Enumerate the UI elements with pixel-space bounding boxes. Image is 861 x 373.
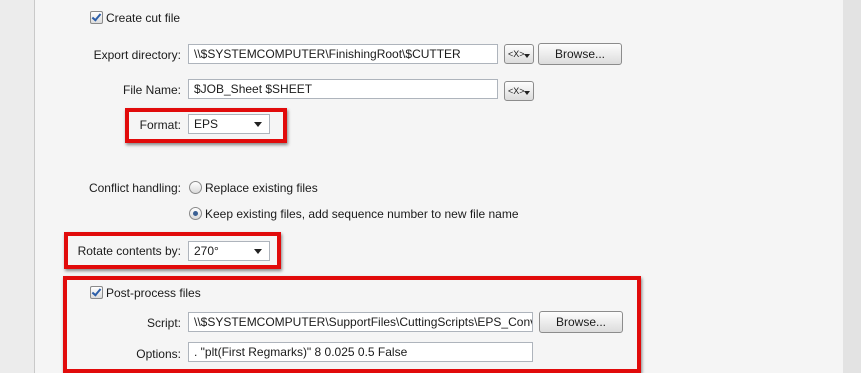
export-directory-variable-button[interactable]: <X> bbox=[504, 44, 534, 64]
keep-existing-radio[interactable] bbox=[189, 207, 202, 220]
keep-existing-label: Keep existing files, add sequence number… bbox=[205, 207, 519, 221]
export-directory-browse-button[interactable]: Browse... bbox=[538, 43, 622, 65]
file-name-label: File Name: bbox=[122, 83, 181, 97]
dropdown-arrow-icon bbox=[524, 54, 530, 58]
file-name-variable-button[interactable]: <X> bbox=[504, 81, 534, 101]
replace-existing-label: Replace existing files bbox=[205, 181, 318, 195]
create-cut-file-checkbox[interactable] bbox=[90, 11, 103, 24]
export-directory-input[interactable]: \\$SYSTEMCOMPUTER\FinishingRoot\$CUTTER bbox=[188, 44, 498, 64]
conflict-handling-label: Conflict handling: bbox=[88, 181, 181, 195]
replace-existing-radio[interactable] bbox=[189, 181, 202, 194]
format-highlight bbox=[125, 108, 287, 143]
rotate-highlight bbox=[64, 232, 281, 269]
side-strip bbox=[843, 0, 861, 373]
create-cut-file-label: Create cut file bbox=[106, 11, 181, 25]
dropdown-arrow-icon bbox=[524, 91, 530, 95]
variable-icon: <X> bbox=[508, 86, 525, 96]
variable-icon: <X> bbox=[508, 49, 525, 59]
file-name-input[interactable]: $JOB_Sheet $SHEET bbox=[188, 79, 498, 99]
post-process-highlight bbox=[63, 276, 641, 373]
export-directory-label: Export directory: bbox=[93, 48, 181, 62]
